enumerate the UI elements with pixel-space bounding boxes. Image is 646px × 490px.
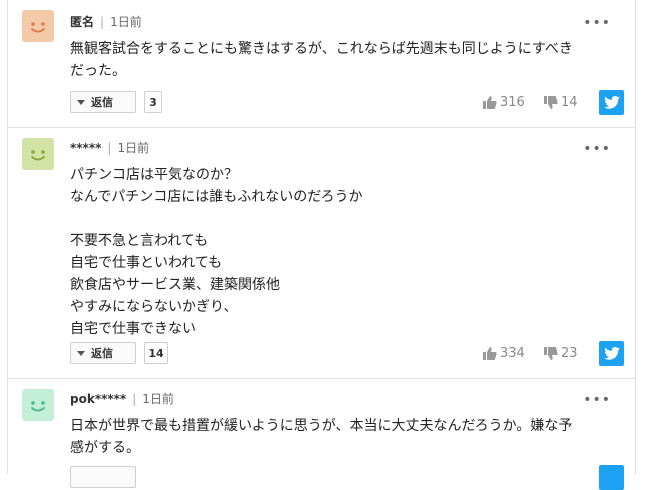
- avatar: [22, 10, 54, 42]
- timestamp: 1日前: [142, 392, 174, 406]
- thumbs-up-icon: [483, 347, 497, 360]
- comment-1: 匿名 | 1日前 ••• 無観客試合をすることにも驚きはするが、これならば先週末も同…: [8, 0, 635, 128]
- comment-list: 匿名 | 1日前 ••• 無観客試合をすることにも驚きはするが、これならば先週末も同…: [7, 0, 636, 490]
- author-name[interactable]: 匿名: [70, 15, 94, 29]
- more-options-button[interactable]: •••: [583, 142, 611, 156]
- thumbs-down-icon: [544, 96, 558, 109]
- smiley-face-icon: [31, 22, 45, 33]
- more-options-button[interactable]: •••: [583, 393, 611, 407]
- meta-separator: |: [100, 15, 105, 29]
- smiley-face-icon: [31, 150, 45, 161]
- like-count: 316: [500, 95, 525, 110]
- like-button[interactable]: 334: [483, 346, 525, 361]
- timestamp: 1日前: [110, 15, 142, 29]
- dislike-count: 23: [561, 346, 578, 361]
- comment-2: ***** | 1日前 ••• パチンコ店は平気なのか？ なんでパチンコ店には誰もふ…: [8, 128, 635, 379]
- comment-meta: ***** | 1日前: [70, 139, 149, 156]
- reply-count[interactable]: 14: [144, 342, 168, 364]
- like-count: 334: [500, 346, 525, 361]
- thumbs-up-icon: [483, 96, 497, 109]
- twitter-share-button[interactable]: [599, 465, 624, 490]
- dislike-count: 14: [561, 95, 578, 110]
- twitter-icon: [603, 96, 620, 109]
- reply-button[interactable]: [70, 466, 136, 488]
- author-name[interactable]: pok*****: [70, 392, 126, 406]
- smiley-face-icon: [31, 401, 45, 412]
- caret-down-icon: [77, 350, 85, 356]
- avatar: [22, 138, 54, 170]
- dislike-button[interactable]: 14: [544, 95, 578, 110]
- comment-text: 日本が世界で最も措置が緩いように思うが、本当に大丈夫なんだろうか。嫌な予 感がす…: [70, 418, 573, 456]
- comment-3: pok***** | 1日前 ••• 日本が世界で最も措置が緩いように思うが、本当に…: [8, 379, 635, 490]
- comment-meta: 匿名 | 1日前: [70, 13, 142, 30]
- twitter-share-button[interactable]: [599, 90, 624, 115]
- reply-button[interactable]: 返信: [70, 342, 136, 364]
- timestamp: 1日前: [117, 141, 150, 155]
- dislike-button[interactable]: 23: [544, 346, 578, 361]
- reply-label: 返信: [91, 347, 113, 360]
- meta-separator: |: [107, 141, 112, 155]
- comment-meta: pok***** | 1日前: [70, 390, 174, 407]
- twitter-icon: [603, 347, 620, 360]
- avatar: [22, 389, 54, 421]
- reply-count[interactable]: 3: [144, 91, 162, 113]
- meta-separator: |: [132, 392, 137, 406]
- caret-down-icon: [77, 99, 85, 105]
- thumbs-down-icon: [544, 347, 558, 360]
- author-name[interactable]: *****: [70, 141, 101, 155]
- reply-button[interactable]: 返信: [70, 91, 136, 113]
- like-button[interactable]: 316: [483, 95, 525, 110]
- more-options-button[interactable]: •••: [583, 16, 611, 30]
- comment-text: 無観客試合をすることにも驚きはするが、これならば先週末も同じようにすべき だった…: [70, 41, 573, 79]
- twitter-share-button[interactable]: [599, 341, 624, 366]
- comment-text: パチンコ店は平気なのか？ なんでパチンコ店には誰もふれないのだろうか 不要不急と…: [70, 167, 363, 337]
- reply-label: 返信: [91, 96, 113, 109]
